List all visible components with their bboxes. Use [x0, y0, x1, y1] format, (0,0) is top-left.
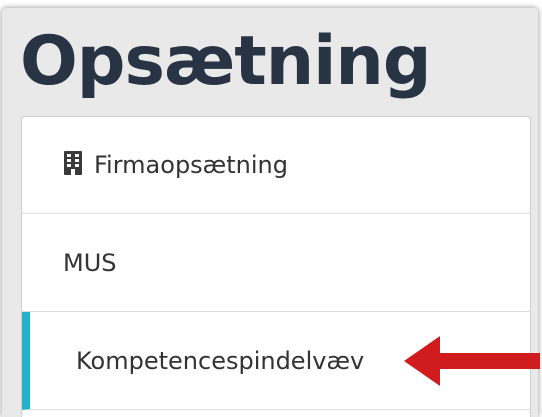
- menu-item-label: MUS: [63, 248, 117, 277]
- menu-item-mus[interactable]: MUS: [22, 214, 530, 312]
- building-icon: [64, 151, 82, 181]
- menu-item-label: Kompetencespindelvæv: [76, 346, 365, 375]
- menu-item-label: Firmaopsætning: [94, 151, 288, 179]
- page-title: Opsætning: [20, 22, 432, 101]
- menu-item-firmaopsaetning[interactable]: Firmaopsætning: [22, 117, 530, 214]
- arrow-left-icon: [404, 336, 540, 386]
